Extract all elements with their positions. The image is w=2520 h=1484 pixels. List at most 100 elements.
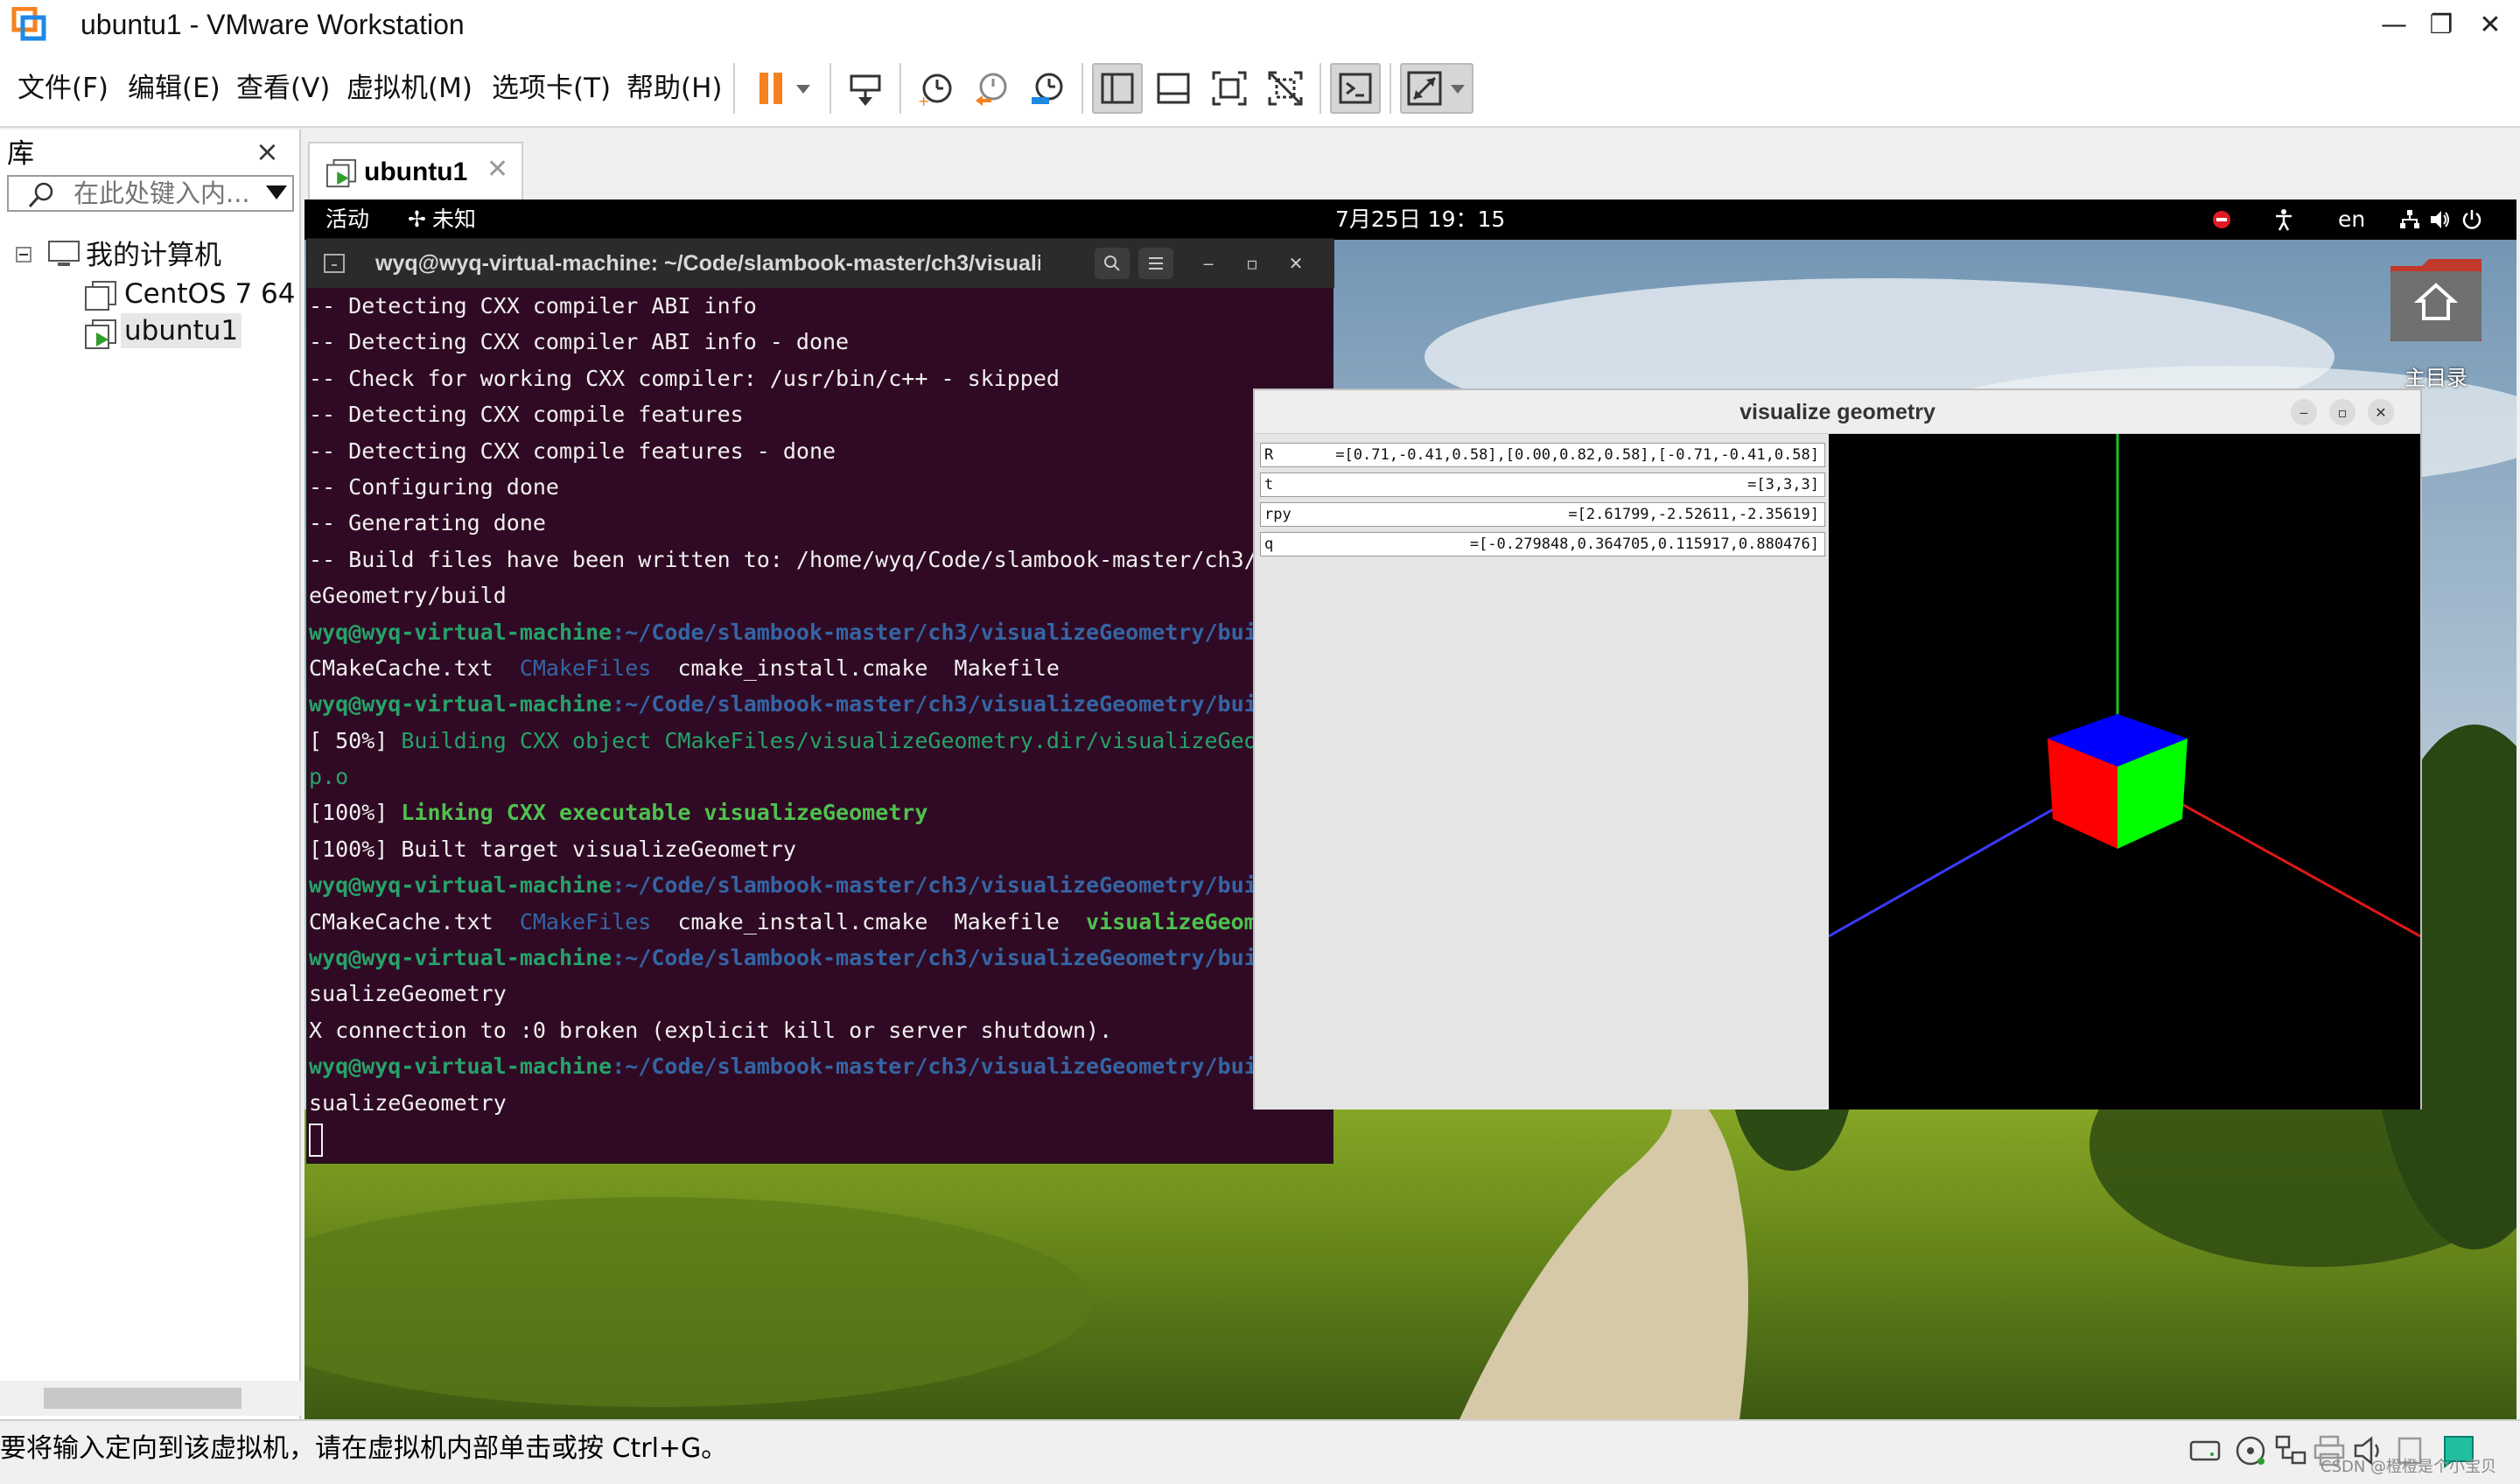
network-icon[interactable] xyxy=(2399,208,2420,231)
terminal-line: -- Build files have been written to: /ho… xyxy=(309,546,1297,572)
terminal-close-button[interactable]: ✕ xyxy=(1282,249,1310,277)
accessibility-icon[interactable] xyxy=(2273,208,2294,231)
terminal-search-button[interactable] xyxy=(1095,248,1130,279)
volume-icon[interactable] xyxy=(2429,208,2452,231)
terminal-header-bar[interactable]: wyq@wyq-virtual-machine: ~/Code/slambook… xyxy=(307,239,1334,288)
pause-button[interactable] xyxy=(744,63,821,114)
terminal-prompt-line: wyq@wyq-virtual-machine:~/Code/slambook-… xyxy=(309,1048,1334,1084)
library-search-input[interactable] xyxy=(74,178,257,208)
do-not-disturb-icon[interactable] xyxy=(2212,210,2231,229)
watermark-text: CSDN @橙橙是个小宝贝 xyxy=(2320,1458,2497,1476)
network-adapter-icon[interactable] xyxy=(2273,1433,2308,1468)
restore-button[interactable]: ❐ xyxy=(2417,5,2466,44)
stretch-guest-button[interactable] xyxy=(1400,63,1474,114)
terminal-minimize-button[interactable]: ‒ xyxy=(1194,249,1222,277)
snapshot-manager-icon xyxy=(1032,73,1063,104)
viz-close-button[interactable]: ✕ xyxy=(2368,399,2394,425)
input-language[interactable]: en xyxy=(2338,205,2365,234)
thumbnail-bar-icon xyxy=(1157,73,1190,104)
terminal-window[interactable]: wyq@wyq-virtual-machine: ~/Code/slambook… xyxy=(306,238,1334,1164)
terminal-line: [ 50%] Building CXX object CMakeFiles/vi… xyxy=(309,723,1334,759)
minimize-button[interactable]: — xyxy=(2370,5,2418,44)
library-close-button[interactable]: × xyxy=(256,135,279,168)
tab-close-button[interactable]: ✕ xyxy=(486,154,508,185)
terminal-line: -- Detecting CXX compiler ABI info - don… xyxy=(309,329,850,355)
menu-tabs[interactable]: 选项卡(T) xyxy=(492,68,611,108)
prompt-user: wyq@wyq-virtual-machine xyxy=(309,619,612,645)
menu-help[interactable]: 帮助(H) xyxy=(626,68,723,108)
new-tab-icon[interactable] xyxy=(323,253,346,274)
menu-edit[interactable]: 编辑(E) xyxy=(128,68,220,108)
vm-console[interactable]: 活动 ✢ 未知 7月25日 19：15 en 主目录 wyq@wyq-virtu… xyxy=(304,200,2516,1419)
terminal-maximize-button[interactable]: ▫ xyxy=(1238,249,1266,277)
chevron-down-icon[interactable] xyxy=(266,186,287,200)
viz-3d-view[interactable] xyxy=(1828,434,2421,1110)
power-icon[interactable] xyxy=(2460,208,2483,231)
terminal-prompt-line: wyq@wyq-virtual-machine:~/Code/slambook-… xyxy=(309,867,1334,903)
terminal-cursor xyxy=(309,1123,323,1157)
tab-ubuntu1[interactable]: ubuntu1 ✕ xyxy=(308,142,523,200)
menu-vm[interactable]: 虚拟机(M) xyxy=(346,68,472,108)
tab-bar: ubuntu1 ✕ xyxy=(301,130,2520,200)
menu-toolbar: 文件(F) 编辑(E) 查看(V) 虚拟机(M) 选项卡(T) 帮助(H) + xyxy=(0,49,2520,128)
viz-header-bar[interactable]: visualize geometry ‒ ▫ ✕ xyxy=(1255,390,2420,434)
tree-item-centos[interactable]: CentOS 7 64 位 xyxy=(124,276,299,312)
terminal-line: CMakeCache.txt CMakeFiles cmake_install.… xyxy=(309,904,1334,940)
terminal-menu-button[interactable] xyxy=(1138,248,1173,279)
viz-value: =[0.71,-0.41,0.58],[0.00,0.82,0.58],[-0.… xyxy=(1335,446,1819,464)
menu-file[interactable]: 文件(F) xyxy=(18,68,108,108)
terminal-prompt-line: wyq@wyq-virtual-machine:~/Code/slambook-… xyxy=(309,614,1334,650)
thumbnail-bar-button[interactable] xyxy=(1148,63,1199,114)
terminal-line: [100%] Built target visualizeGeometry xyxy=(309,836,796,862)
collapse-toggle[interactable] xyxy=(16,247,32,262)
home-folder-label[interactable]: 主目录 xyxy=(2387,360,2485,391)
z-axis-line xyxy=(1828,791,2083,938)
home-folder-icon[interactable] xyxy=(2387,254,2485,345)
viz-3d-scene xyxy=(1828,434,2421,938)
terminal-line: -- Generating done xyxy=(309,510,546,536)
clock[interactable]: 7月25日 19：15 xyxy=(1335,205,1505,234)
prompt-user: wyq@wyq-virtual-machine xyxy=(309,691,612,718)
terminal-line: sualizeGeometry xyxy=(309,1089,507,1116)
console-view-button[interactable] xyxy=(1330,63,1381,114)
ls-file: cmake_install.cmake Makefile xyxy=(651,908,1087,934)
vm-icon xyxy=(85,281,116,311)
take-snapshot-button[interactable]: + xyxy=(910,63,961,114)
send-ctrl-alt-del-button[interactable] xyxy=(840,63,891,114)
terminal-line: eGeometry/build xyxy=(309,583,507,609)
full-screen-button[interactable] xyxy=(1204,63,1255,114)
status-bar: 要将输入定向到该虚拟机，请在虚拟机内部单击或按 Ctrl+G。 CSDN @橙橙… xyxy=(0,1419,2520,1484)
toolbar-separator xyxy=(900,63,901,114)
library-panel: 库 × 我的计算机 CentOS 7 64 位 ubuntu1 xyxy=(0,130,301,1419)
visualize-geometry-window[interactable]: visualize geometry ‒ ▫ ✕ R =[0.71,-0.41,… xyxy=(1253,388,2422,1110)
cd-dvd-icon[interactable] xyxy=(2233,1433,2268,1468)
tree-item-ubuntu1[interactable]: ubuntu1 xyxy=(121,313,242,348)
library-horizontal-scrollbar[interactable] xyxy=(0,1381,301,1416)
close-button[interactable]: ✕ xyxy=(2466,5,2515,44)
unity-button[interactable] xyxy=(1260,63,1311,114)
tree-item-my-computer[interactable]: 我的计算机 xyxy=(86,238,221,273)
viz-row-translation: t =[3,3,3] xyxy=(1260,472,1825,497)
terminal-output[interactable]: -- Detecting CXX compiler ABI info -- De… xyxy=(307,288,1334,1163)
app-menu-icon[interactable]: ✢ xyxy=(408,205,426,234)
viz-key: rpy xyxy=(1264,506,1292,523)
terminal-line: [100%] Linking CXX executable visualizeG… xyxy=(309,794,1334,830)
prompt-path: :~/Code/slambook-master/ch3/visualizeGeo… xyxy=(612,1054,1284,1080)
title-bar: ubuntu1 - VMware Workstation — ❐ ✕ xyxy=(0,0,2520,49)
scrollbar-thumb[interactable] xyxy=(44,1388,242,1409)
snapshot-manager-button[interactable] xyxy=(1022,63,1073,114)
viz-info-panel: R =[0.71,-0.41,0.58],[0.00,0.82,0.58],[-… xyxy=(1255,434,1829,1110)
toolbar-separator xyxy=(1082,63,1083,114)
viz-minimize-button[interactable]: ‒ xyxy=(2291,399,2317,425)
hard-disk-icon[interactable] xyxy=(2188,1433,2222,1468)
viz-value: =[3,3,3] xyxy=(1747,476,1819,494)
viz-maximize-button[interactable]: ▫ xyxy=(2329,399,2356,425)
terminal-prompt-line: wyq@wyq-virtual-machine:~/Code/slambook-… xyxy=(309,686,1334,722)
activities-button[interactable]: 活动 xyxy=(326,205,369,234)
build-message: Linking CXX executable visualizeGeometry xyxy=(401,800,928,826)
revert-snapshot-button[interactable] xyxy=(966,63,1017,114)
menu-view[interactable]: 查看(V) xyxy=(236,68,330,108)
terminal-line: CMakeCache.txt CMakeFiles cmake_install.… xyxy=(309,650,1334,686)
app-menu-label[interactable]: 未知 xyxy=(432,205,476,234)
show-library-button[interactable] xyxy=(1092,63,1143,114)
